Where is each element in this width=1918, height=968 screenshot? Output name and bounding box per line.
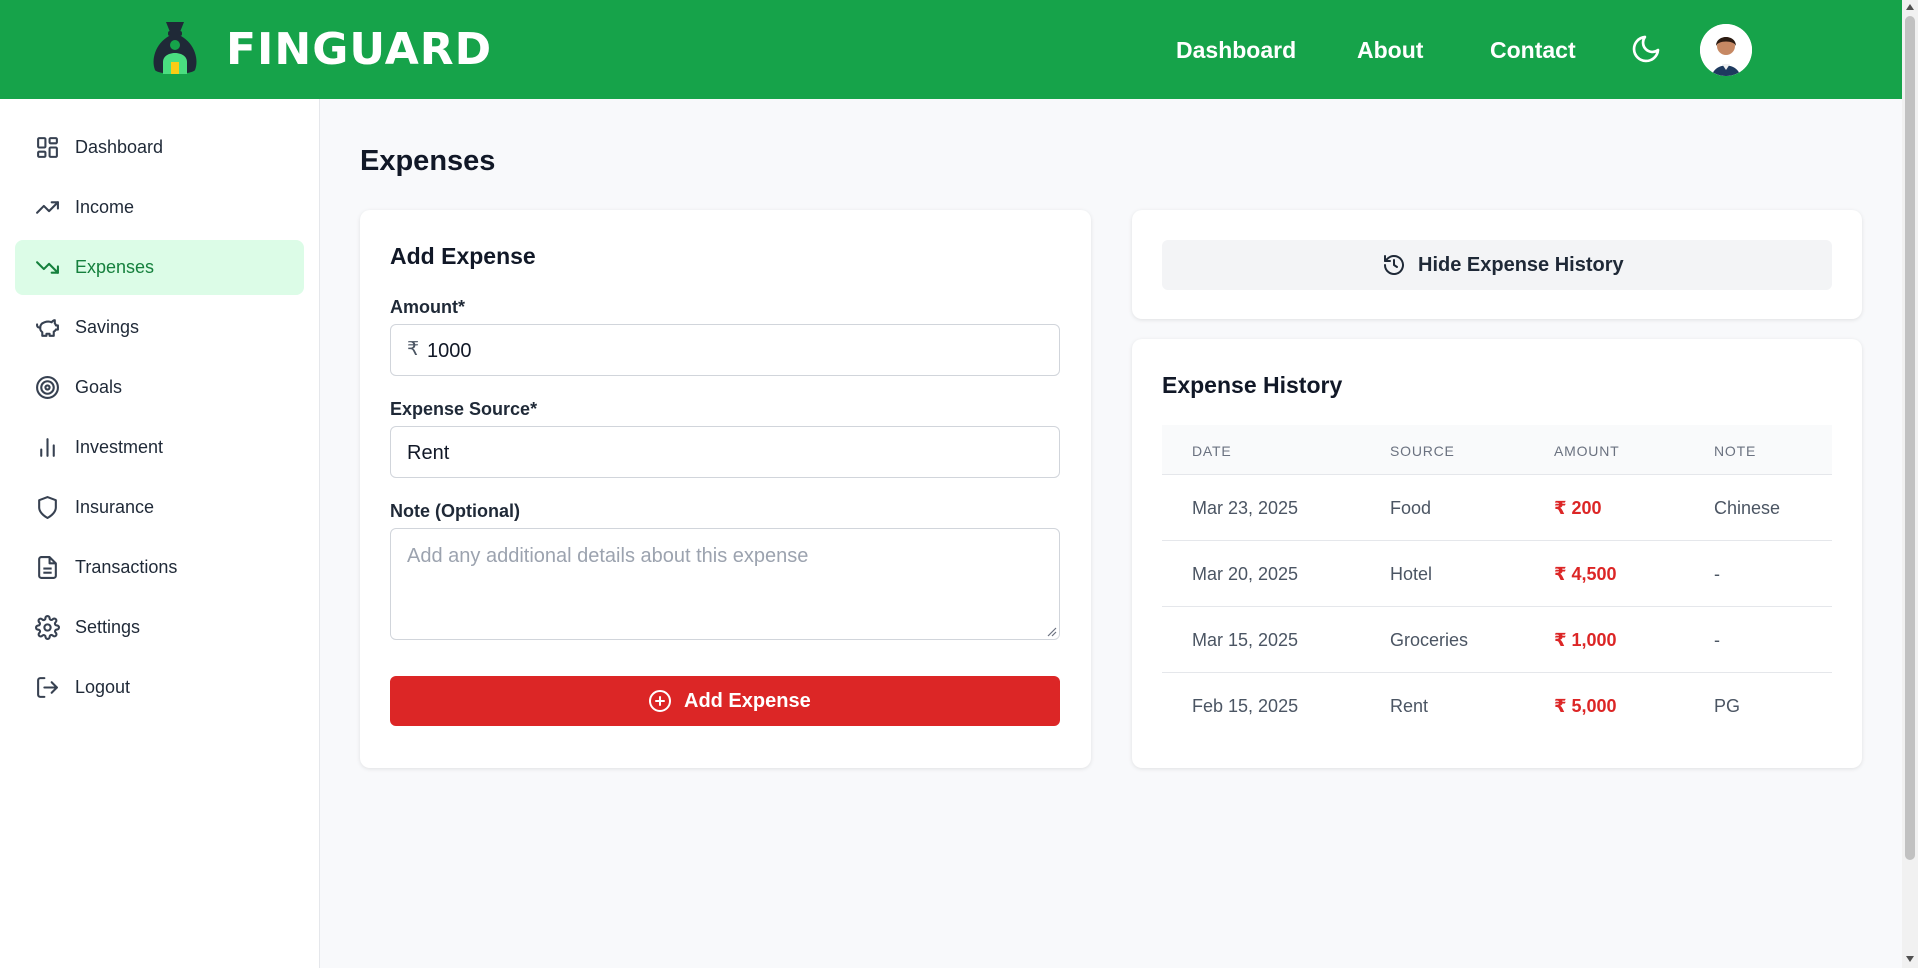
sidebar-item-label: Expenses	[75, 257, 155, 277]
sidebar-item-expenses[interactable]: Expenses	[15, 240, 304, 295]
expense-source-field[interactable]: Rent	[390, 426, 1060, 478]
row-amount: ₹ 4,500	[1554, 564, 1617, 584]
row-amount: ₹ 200	[1554, 498, 1602, 518]
trending-up-icon	[36, 201, 59, 214]
sidebar-item-label: Investment	[75, 437, 164, 457]
add-expense-card: Add Expense Amount* ₹ 1000 Expense Sourc…	[360, 210, 1091, 768]
sidebar: Dashboard Income Expenses Savings Goals …	[0, 99, 320, 968]
row-date: Mar 20, 2025	[1192, 564, 1299, 584]
sidebar-item-investment[interactable]: Investment	[15, 420, 304, 475]
table-header: DATE SOURCE AMOUNT NOTE	[1162, 425, 1832, 475]
history-toggle-card: Hide Expense History	[1132, 210, 1862, 319]
nav-about[interactable]: About	[1357, 36, 1423, 64]
expense-source-label: Expense Source*	[390, 399, 538, 419]
resize-handle-icon[interactable]	[1047, 627, 1057, 637]
row-amount: ₹ 5,000	[1554, 696, 1617, 716]
add-expense-title: Add Expense	[390, 243, 536, 269]
amount-value: 1000	[427, 340, 472, 362]
dashboard-grid-icon	[37, 137, 58, 158]
sidebar-item-label: Logout	[75, 677, 131, 697]
hide-expense-history-label: Hide Expense History	[1418, 254, 1624, 276]
sidebar-item-logout[interactable]: Logout	[15, 660, 304, 715]
sidebar-item-goals[interactable]: Goals	[15, 360, 304, 415]
sidebar-item-label: Dashboard	[75, 137, 164, 157]
avatar[interactable]	[1700, 24, 1752, 76]
shield-icon	[38, 496, 57, 519]
column-header-source: SOURCE	[1390, 443, 1455, 459]
column-header-note: NOTE	[1714, 443, 1757, 459]
row-source: Rent	[1390, 696, 1429, 716]
sidebar-item-income[interactable]: Income	[15, 180, 304, 235]
row-source: Groceries	[1390, 630, 1469, 650]
table-row[interactable]: Mar 20, 2025 Hotel ₹ 4,500 -	[1162, 541, 1832, 607]
row-note: -	[1714, 630, 1720, 650]
money-bag-icon[interactable]	[149, 20, 201, 76]
top-navbar: FINGUARD Dashboard About Contact	[0, 0, 1902, 99]
expense-history-title: Expense History	[1162, 372, 1343, 398]
scroll-down-arrow-icon[interactable]	[1906, 956, 1914, 962]
note-label: Note (Optional)	[390, 501, 520, 521]
file-text-icon	[38, 556, 57, 579]
trending-down-icon	[36, 261, 59, 274]
row-note: PG	[1714, 696, 1741, 716]
user-avatar-icon	[1700, 24, 1752, 76]
scroll-up-arrow-icon[interactable]	[1906, 4, 1914, 10]
sidebar-item-dashboard[interactable]: Dashboard	[15, 120, 304, 175]
expense-history-card: Expense History DATE SOURCE AMOUNT NOTE …	[1132, 339, 1862, 768]
note-placeholder: Add any additional details about this ex…	[407, 545, 809, 567]
sidebar-item-settings[interactable]: Settings	[15, 600, 304, 655]
row-date: Mar 23, 2025	[1192, 498, 1299, 518]
sidebar-item-label: Settings	[75, 617, 141, 637]
column-header-amount: AMOUNT	[1554, 443, 1620, 459]
sidebar-item-transactions[interactable]: Transactions	[15, 540, 304, 595]
sidebar-item-insurance[interactable]: Insurance	[15, 480, 304, 535]
page-title: Expenses	[360, 145, 496, 177]
plus-circle-icon	[649, 690, 671, 712]
logout-icon	[37, 677, 58, 698]
row-date: Mar 15, 2025	[1192, 630, 1299, 650]
table-row[interactable]: Mar 15, 2025 Groceries ₹ 1,000 -	[1162, 607, 1832, 673]
brand-name[interactable]: FINGUARD	[226, 22, 492, 78]
add-expense-button[interactable]: Add Expense	[390, 676, 1060, 726]
sidebar-item-label: Income	[75, 197, 135, 217]
bar-chart-icon	[40, 438, 55, 457]
amount-field[interactable]: ₹ 1000	[390, 324, 1060, 376]
hide-expense-history-button[interactable]: Hide Expense History	[1162, 240, 1832, 290]
table-row[interactable]: Mar 23, 2025 Food ₹ 200 Chinese	[1162, 475, 1832, 541]
nav-dashboard[interactable]: Dashboard	[1176, 36, 1296, 64]
history-icon	[1384, 255, 1404, 275]
column-header-date: DATE	[1192, 443, 1232, 459]
gear-icon	[35, 615, 60, 640]
sidebar-item-savings[interactable]: Savings	[15, 300, 304, 355]
piggy-bank-icon	[36, 319, 59, 337]
sidebar-item-label: Transactions	[75, 557, 178, 577]
target-icon	[36, 376, 59, 399]
table-row[interactable]: Feb 15, 2025 Rent ₹ 5,000 PG	[1162, 673, 1832, 739]
row-source: Food	[1390, 498, 1432, 518]
row-note: -	[1714, 564, 1720, 584]
amount-label: Amount*	[390, 297, 465, 317]
expense-source-value: Rent	[407, 442, 450, 464]
rupee-icon: ₹	[407, 339, 420, 360]
add-expense-button-label: Add Expense	[684, 690, 811, 712]
sidebar-item-label: Insurance	[75, 497, 155, 517]
sidebar-item-label: Savings	[75, 317, 140, 337]
row-note: Chinese	[1714, 498, 1781, 518]
row-amount: ₹ 1,000	[1554, 630, 1617, 650]
row-source: Hotel	[1390, 564, 1433, 584]
sidebar-item-label: Goals	[75, 377, 123, 397]
page-scrollbar[interactable]	[1902, 0, 1918, 968]
note-textarea[interactable]: Add any additional details about this ex…	[390, 528, 1060, 640]
scrollbar-thumb[interactable]	[1905, 16, 1915, 860]
row-date: Feb 15, 2025	[1192, 696, 1299, 716]
nav-contact[interactable]: Contact	[1490, 36, 1576, 64]
moon-icon[interactable]	[1630, 33, 1662, 65]
